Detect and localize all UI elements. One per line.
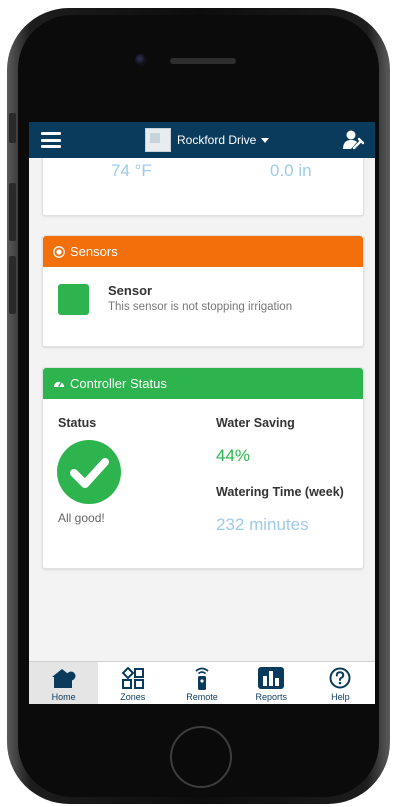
controller-status-title: Controller Status [70, 376, 167, 391]
sensor-status-text: This sensor is not stopping irrigation [108, 301, 293, 313]
app-screen: Rockford Drive 74 °F 0.0 in Sensors Sens… [29, 122, 375, 704]
water-saving-label: Water Saving [216, 416, 295, 430]
nav-zones-label: Zones [120, 692, 146, 702]
weather-card: 74 °F 0.0 in [42, 158, 364, 216]
top-navbar: Rockford Drive [29, 122, 375, 158]
sensors-card-header: Sensors [43, 236, 363, 267]
rainfall-value: 0.0 in [270, 161, 312, 180]
watering-time-value: 232 minutes [216, 515, 309, 534]
dashboard-content[interactable]: 74 °F 0.0 in Sensors Sensor This sensor … [29, 158, 375, 661]
nav-reports[interactable]: Reports [237, 662, 306, 704]
sensor-name: Sensor [108, 283, 153, 298]
sensors-card: Sensors Sensor This sensor is not stoppi… [42, 235, 364, 347]
controller-status-card: Controller Status Status All good! Water… [42, 367, 364, 569]
check-circle-icon [57, 440, 121, 504]
nav-remote[interactable]: Remote [167, 662, 236, 704]
bottom-nav: Home Zones Remote Reports Help [29, 661, 375, 704]
site-selector-dropdown[interactable]: Rockford Drive [145, 127, 270, 153]
reports-icon [258, 667, 285, 689]
mute-switch [9, 113, 16, 143]
dashboard-gauge-icon [53, 380, 65, 387]
nav-home[interactable]: Home [29, 662, 99, 704]
nav-reports-label: Reports [255, 692, 287, 702]
water-saving-value: 44% [216, 446, 251, 465]
zones-icon [121, 667, 144, 689]
nav-help-label: Help [331, 692, 350, 702]
home-hardware-button[interactable] [170, 726, 232, 788]
front-camera [135, 54, 147, 66]
help-icon [329, 667, 351, 689]
hamburger-menu-icon[interactable] [41, 132, 61, 148]
earpiece-speaker [170, 58, 236, 64]
sensors-title: Sensors [70, 244, 118, 259]
temperature-value: 74 °F [111, 161, 152, 180]
site-name: Rockford Drive [177, 133, 257, 147]
sensor-status-indicator [58, 284, 89, 315]
volume-down-button [9, 256, 16, 314]
watering-time-label: Watering Time (week) [216, 485, 344, 499]
user-settings-icon[interactable] [343, 130, 365, 150]
nav-help[interactable]: Help [306, 662, 375, 704]
remote-icon [195, 667, 209, 690]
nav-remote-label: Remote [186, 692, 218, 702]
sensor-icon [53, 245, 65, 258]
status-text: All good! [58, 511, 105, 525]
nav-home-label: Home [51, 692, 76, 702]
volume-up-button [9, 183, 16, 241]
controller-thumbnail-icon [145, 128, 171, 152]
controller-status-header: Controller Status [43, 368, 363, 399]
caret-down-icon [261, 137, 270, 143]
status-label: Status [58, 416, 97, 430]
nav-zones[interactable]: Zones [98, 662, 167, 704]
home-icon [51, 669, 76, 688]
